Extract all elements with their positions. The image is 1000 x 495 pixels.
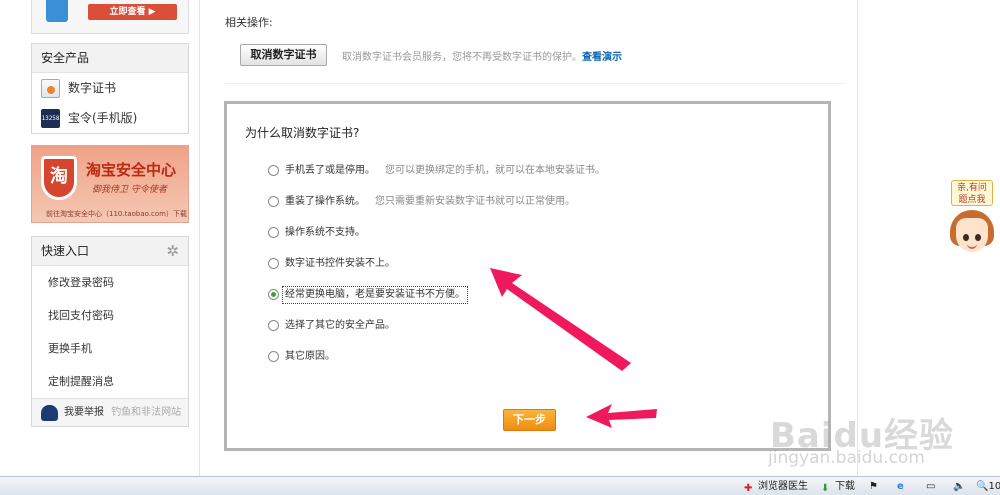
zoom-level: 10	[988, 481, 1000, 492]
browser-doctor-button[interactable]: ✚ 浏览器医生	[744, 479, 808, 494]
speaker-icon[interactable]: 🔈	[953, 479, 965, 494]
help-bubble-line-1: 亲,有问	[957, 183, 987, 193]
watermark-url: jingyan.baidu.com	[768, 448, 925, 468]
download-arrow-icon: ⬇	[821, 483, 830, 494]
help-assistant[interactable]: 亲,有问 题点我	[947, 180, 997, 264]
arrow-to-selected-option	[490, 268, 631, 371]
avatar-eye	[975, 234, 981, 241]
ie-icon[interactable]: e	[897, 479, 904, 494]
arrow-to-next-button	[586, 404, 657, 428]
avatar-eye	[963, 234, 969, 241]
assistant-avatar	[950, 210, 994, 260]
window-icon[interactable]: ▭	[926, 479, 935, 494]
flag-icon[interactable]: ⚑	[869, 479, 878, 494]
plus-cross-icon: ✚	[744, 483, 753, 494]
browser-status-bar: ✚ 浏览器医生 ⬇ 下载 ⚑ e ▭ 🔈 🔍10	[0, 476, 1000, 495]
help-bubble-line-2: 题点我	[958, 195, 986, 205]
avatar-face	[956, 218, 988, 252]
magnifier-icon: 🔍	[976, 481, 989, 492]
download-button[interactable]: ⬇ 下载	[821, 479, 855, 494]
browser-doctor-label: 浏览器医生	[758, 481, 808, 492]
avatar-mouth	[967, 244, 977, 249]
help-bubble[interactable]: 亲,有问 题点我	[951, 180, 993, 206]
zoom-control[interactable]: 🔍10	[976, 479, 1000, 494]
download-label: 下载	[835, 481, 855, 492]
